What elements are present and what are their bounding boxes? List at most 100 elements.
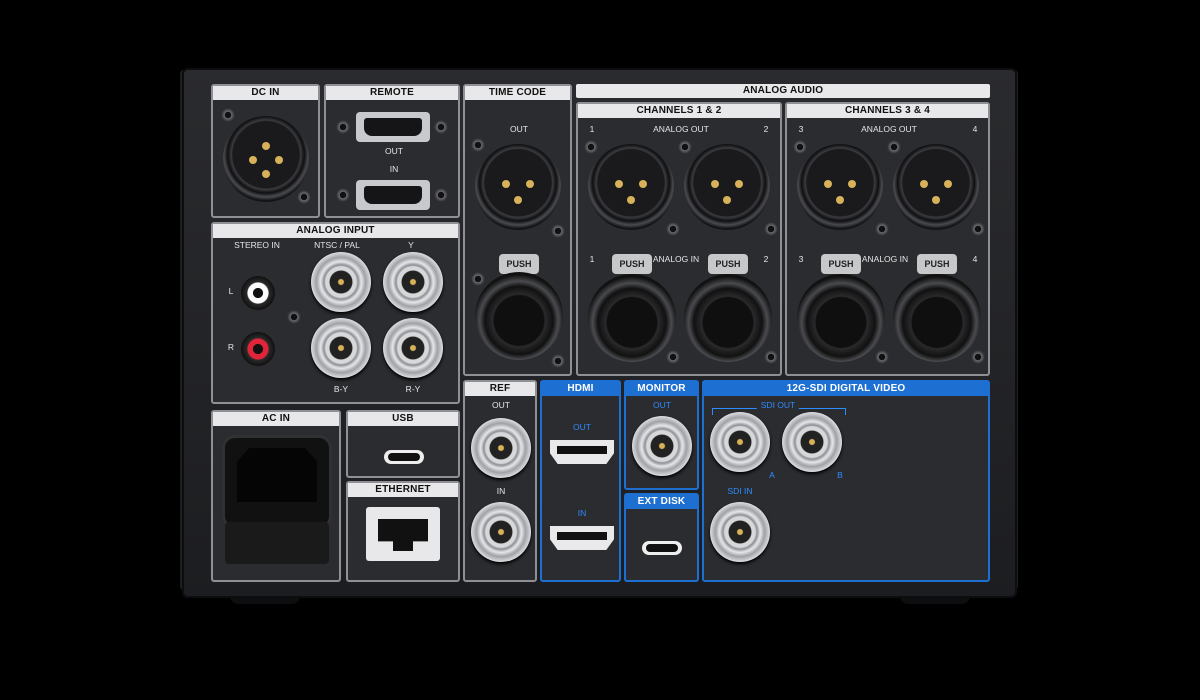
ext-disk-section: EXT DISK <box>624 493 699 582</box>
dc-in-header: DC IN <box>213 86 318 100</box>
fuse-holder <box>225 522 329 564</box>
push-release-tab[interactable]: PUSH <box>917 254 957 274</box>
monitor-out-bnc[interactable] <box>632 416 692 476</box>
hdmi-header: HDMI <box>542 382 619 396</box>
time-code-out-connector[interactable] <box>475 144 561 230</box>
time-code-in-connector[interactable] <box>475 272 563 360</box>
b-y-label: B-Y <box>333 384 349 394</box>
screw-icon <box>584 140 598 154</box>
push-release-tab[interactable]: PUSH <box>821 254 861 274</box>
usb-header: USB <box>348 412 458 426</box>
screw-icon <box>875 222 889 236</box>
ac-in-header: AC IN <box>213 412 339 426</box>
monitor-section: MONITOR OUT <box>624 380 699 490</box>
y-bnc[interactable] <box>383 252 443 312</box>
sdi-header: 12G-SDI DIGITAL VIDEO <box>704 382 988 396</box>
stereo-in-left-rca[interactable] <box>241 276 275 310</box>
hdmi-out-label: OUT <box>573 422 591 432</box>
ac-in-section: AC IN <box>211 410 341 582</box>
screw-icon <box>471 138 485 152</box>
analog-audio-header: ANALOG AUDIO <box>576 84 990 98</box>
hdmi-out-port[interactable] <box>550 440 614 464</box>
remote-in-label: IN <box>389 164 399 174</box>
r-y-bnc[interactable] <box>383 318 443 378</box>
usb-c-port[interactable] <box>384 450 424 464</box>
time-code-section: TIME CODE OUT PUSH <box>463 84 572 376</box>
analog-out-label: ANALOG OUT <box>653 124 709 134</box>
hdmi-section: HDMI OUT IN <box>540 380 621 582</box>
channel-4-in-label: 4 <box>972 254 978 264</box>
remote-in-port[interactable] <box>356 180 430 210</box>
analog-in-3-connector[interactable] <box>797 274 885 362</box>
ext-disk-header: EXT DISK <box>626 495 697 509</box>
channel-3-out-label: 3 <box>798 124 804 134</box>
monitor-out-label: OUT <box>653 400 671 410</box>
ethernet-section: ETHERNET <box>346 481 460 582</box>
push-release-tab[interactable]: PUSH <box>708 254 748 274</box>
hdmi-in-label: IN <box>577 508 587 518</box>
push-release-tab[interactable]: PUSH <box>612 254 652 274</box>
analog-out-1-connector[interactable] <box>588 144 674 230</box>
analog-in-2-connector[interactable] <box>684 274 772 362</box>
screw-icon <box>336 120 350 134</box>
ref-out-bnc[interactable] <box>471 418 531 478</box>
ref-header: REF <box>465 382 535 396</box>
push-release-tab[interactable]: PUSH <box>499 254 539 274</box>
sdi-out-label: SDI OUT <box>756 400 800 410</box>
ext-disk-usb-c-port[interactable] <box>642 541 682 555</box>
sdi-in-bnc[interactable] <box>710 502 770 562</box>
analog-in-4-connector[interactable] <box>893 274 981 362</box>
composite-bnc[interactable] <box>311 252 371 312</box>
screw-icon <box>434 188 448 202</box>
screw-icon <box>764 350 778 364</box>
sdi-out-b-bnc[interactable] <box>782 412 842 472</box>
remote-section: REMOTE OUT IN <box>324 84 460 218</box>
screw-icon <box>434 120 448 134</box>
time-code-out-label: OUT <box>510 124 528 134</box>
screw-icon <box>471 272 485 286</box>
hdmi-in-port[interactable] <box>550 526 614 550</box>
screw-icon <box>764 222 778 236</box>
b-y-bnc[interactable] <box>311 318 371 378</box>
screw-icon <box>551 224 565 238</box>
analog-input-section: ANALOG INPUT STEREO IN NTSC / PAL Y L R … <box>211 222 460 404</box>
sdi-out-a-bnc[interactable] <box>710 412 770 472</box>
screw-icon <box>971 222 985 236</box>
ethernet-header: ETHERNET <box>348 483 458 497</box>
ntsc-pal-label: NTSC / PAL <box>314 240 360 250</box>
screw-icon <box>666 222 680 236</box>
sdi-out-a-label: A <box>769 470 775 480</box>
analog-in-label: ANALOG IN <box>861 254 909 264</box>
stereo-in-label: STEREO IN <box>234 240 280 250</box>
analog-out-2-connector[interactable] <box>684 144 770 230</box>
r-y-label: R-Y <box>405 384 421 394</box>
channel-1-in-label: 1 <box>589 254 595 264</box>
screw-icon <box>221 108 235 122</box>
channel-2-in-label: 2 <box>763 254 769 264</box>
usb-section: USB <box>346 410 460 478</box>
ref-in-label: IN <box>496 486 506 496</box>
screw-icon <box>887 140 901 154</box>
analog-out-4-connector[interactable] <box>893 144 979 230</box>
monitor-header: MONITOR <box>626 382 697 396</box>
ref-in-bnc[interactable] <box>471 502 531 562</box>
analog-in-1-connector[interactable] <box>588 274 676 362</box>
dc-in-connector[interactable] <box>223 116 309 202</box>
screw-icon <box>971 350 985 364</box>
remote-header: REMOTE <box>326 86 458 100</box>
analog-out-3-connector[interactable] <box>797 144 883 230</box>
channel-4-out-label: 4 <box>972 124 978 134</box>
remote-out-label: OUT <box>385 146 403 156</box>
channels-1-2-header: CHANNELS 1 & 2 <box>578 104 780 118</box>
sdi-out-b-label: B <box>837 470 843 480</box>
ethernet-port[interactable] <box>366 507 440 561</box>
channels-1-2-section: CHANNELS 1 & 2 1 ANALOG OUT 2 1 ANALOG I… <box>576 102 782 376</box>
channels-3-4-header: CHANNELS 3 & 4 <box>787 104 988 118</box>
screw-icon <box>287 310 301 324</box>
screw-icon <box>551 354 565 368</box>
screw-icon <box>666 350 680 364</box>
channels-3-4-section: CHANNELS 3 & 4 3 ANALOG OUT 4 3 ANALOG I… <box>785 102 990 376</box>
ac-power-inlet[interactable] <box>225 438 329 526</box>
stereo-in-right-rca[interactable] <box>241 332 275 366</box>
remote-out-port[interactable] <box>356 112 430 142</box>
